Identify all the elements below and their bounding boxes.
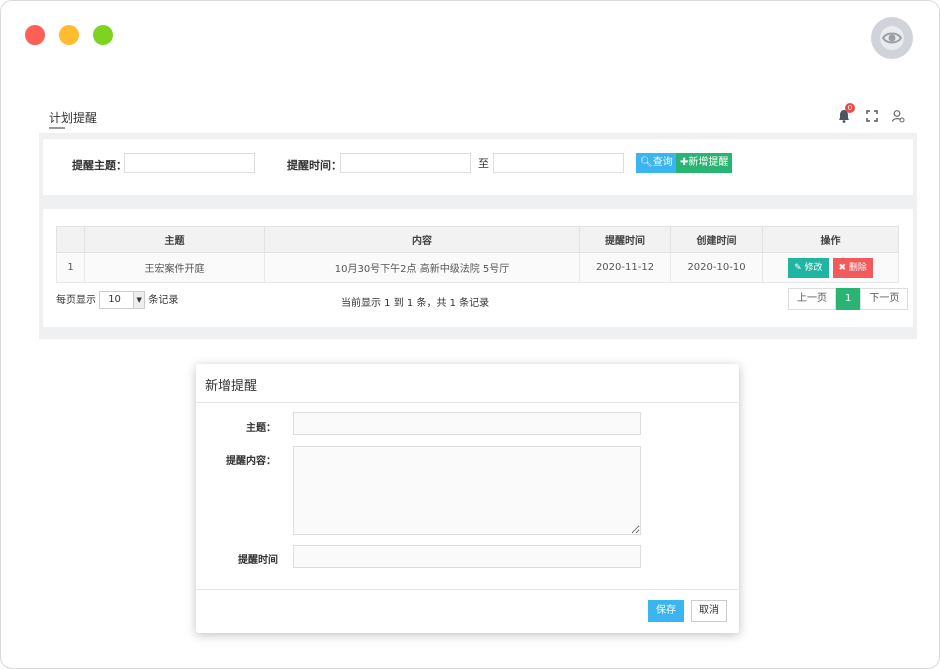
- column-header-subject[interactable]: 主题: [84, 226, 265, 253]
- table-row[interactable]: 1 王宏案件开庭 10月30号下午2点 高新中级法院 5号厅 2020-11-1…: [56, 252, 899, 283]
- modal-footer-divider: [196, 589, 739, 590]
- time-from-input[interactable]: [340, 153, 471, 173]
- time-to-input[interactable]: [493, 153, 624, 173]
- user-settings-icon[interactable]: [891, 109, 905, 123]
- cancel-button[interactable]: 取消: [691, 600, 727, 622]
- minimize-window-button[interactable]: [59, 25, 79, 45]
- column-header-content[interactable]: 内容: [264, 226, 580, 253]
- to-label: 至: [478, 157, 489, 170]
- modal-subject-input[interactable]: [293, 412, 641, 435]
- column-header-index: [56, 226, 85, 253]
- search-icon: 🔍︎: [640, 157, 653, 168]
- eye-icon[interactable]: [871, 17, 913, 59]
- browser-window: 计划提醒 0 提醒主题： 提醒时间： 至 🔍︎查询 ✚新增提醒 主题 内容 提醒…: [0, 0, 940, 669]
- add-reminder-label: 新增提醒: [688, 157, 729, 168]
- page-title: 计划提醒: [49, 111, 98, 125]
- row-content: 10月30号下午2点 高新中级法院 5号厅: [264, 252, 580, 283]
- page-size-control: 每页显示 10 ▼ 条记录: [56, 291, 178, 309]
- modal-title: 新增提醒: [205, 379, 258, 394]
- column-header-actions: 操作: [762, 226, 899, 253]
- table-header-row: 主题 内容 提醒时间 创建时间 操作: [56, 226, 899, 253]
- delete-button-label: 删除: [848, 262, 867, 273]
- caret-down-icon: ▼: [133, 292, 145, 308]
- fullscreen-icon[interactable]: [865, 109, 879, 123]
- next-page-button[interactable]: 下一页: [860, 288, 909, 310]
- page-size-prefix: 每页显示: [56, 295, 96, 306]
- column-header-created-time[interactable]: 创建时间: [670, 226, 763, 253]
- save-button[interactable]: 保存: [648, 600, 684, 622]
- app-header: 计划提醒 0: [39, 97, 917, 133]
- row-subject: 王宏案件开庭: [84, 252, 265, 283]
- time-filter-label: 提醒时间：: [287, 159, 342, 172]
- prev-page-button[interactable]: 上一页: [788, 288, 836, 310]
- delete-icon: ✖: [838, 262, 849, 273]
- add-reminder-button[interactable]: ✚新增提醒: [676, 153, 733, 173]
- window-titlebar: [1, 1, 939, 73]
- title-underline: [49, 127, 65, 129]
- modal-time-input[interactable]: [293, 545, 641, 568]
- page-size-value: 10: [108, 294, 121, 305]
- query-button-label: 查询: [652, 157, 673, 168]
- row-created-time: 2020-10-10: [670, 252, 763, 283]
- modal-subject-label: 主题：: [246, 423, 276, 434]
- subject-filter-label: 提醒主题：: [72, 159, 127, 172]
- page-size-suffix: 条记录: [148, 295, 179, 306]
- modal-content-textarea[interactable]: [293, 446, 641, 535]
- row-remind-time: 2020-11-12: [579, 252, 671, 283]
- pagination: 上一页 1 下一页: [788, 288, 909, 310]
- modal-content-label: 提醒内容：: [226, 456, 276, 467]
- reminder-table: 主题 内容 提醒时间 创建时间 操作 1 王宏案件开庭 10月30号下午2点 高…: [56, 226, 899, 283]
- close-window-button[interactable]: [25, 25, 45, 45]
- subject-filter-input[interactable]: [124, 153, 255, 173]
- edit-button[interactable]: ✎ 修改: [788, 257, 829, 278]
- modal-time-label: 提醒时间: [238, 555, 278, 566]
- maximize-window-button[interactable]: [93, 25, 113, 45]
- row-actions: ✎ 修改 ✖ 删除: [762, 252, 899, 283]
- notification-badge: 0: [845, 103, 855, 113]
- add-reminder-modal: 新增提醒 主题： 提醒内容： 提醒时间 保存 取消: [196, 364, 739, 633]
- plan-reminder-app: 计划提醒 0 提醒主题： 提醒时间： 至 🔍︎查询 ✚新增提醒 主题 内容 提醒…: [39, 97, 917, 339]
- query-button[interactable]: 🔍︎查询: [636, 153, 677, 173]
- search-panel: 提醒主题： 提醒时间： 至 🔍︎查询 ✚新增提醒: [43, 139, 913, 195]
- column-header-remind-time[interactable]: 提醒时间: [579, 226, 671, 253]
- modal-header-divider: [196, 402, 739, 403]
- page-1-button[interactable]: 1: [836, 288, 861, 310]
- edit-button-label: 修改: [804, 262, 823, 273]
- edit-icon: ✎: [794, 262, 805, 273]
- page-size-select[interactable]: 10 ▼: [99, 291, 146, 309]
- pagination-info: 当前显示 1 到 1 条，共 1 条记录: [341, 298, 490, 309]
- row-index: 1: [56, 252, 85, 283]
- table-panel: 主题 内容 提醒时间 创建时间 操作 1 王宏案件开庭 10月30号下午2点 高…: [43, 209, 913, 327]
- delete-button[interactable]: ✖ 删除: [832, 257, 873, 278]
